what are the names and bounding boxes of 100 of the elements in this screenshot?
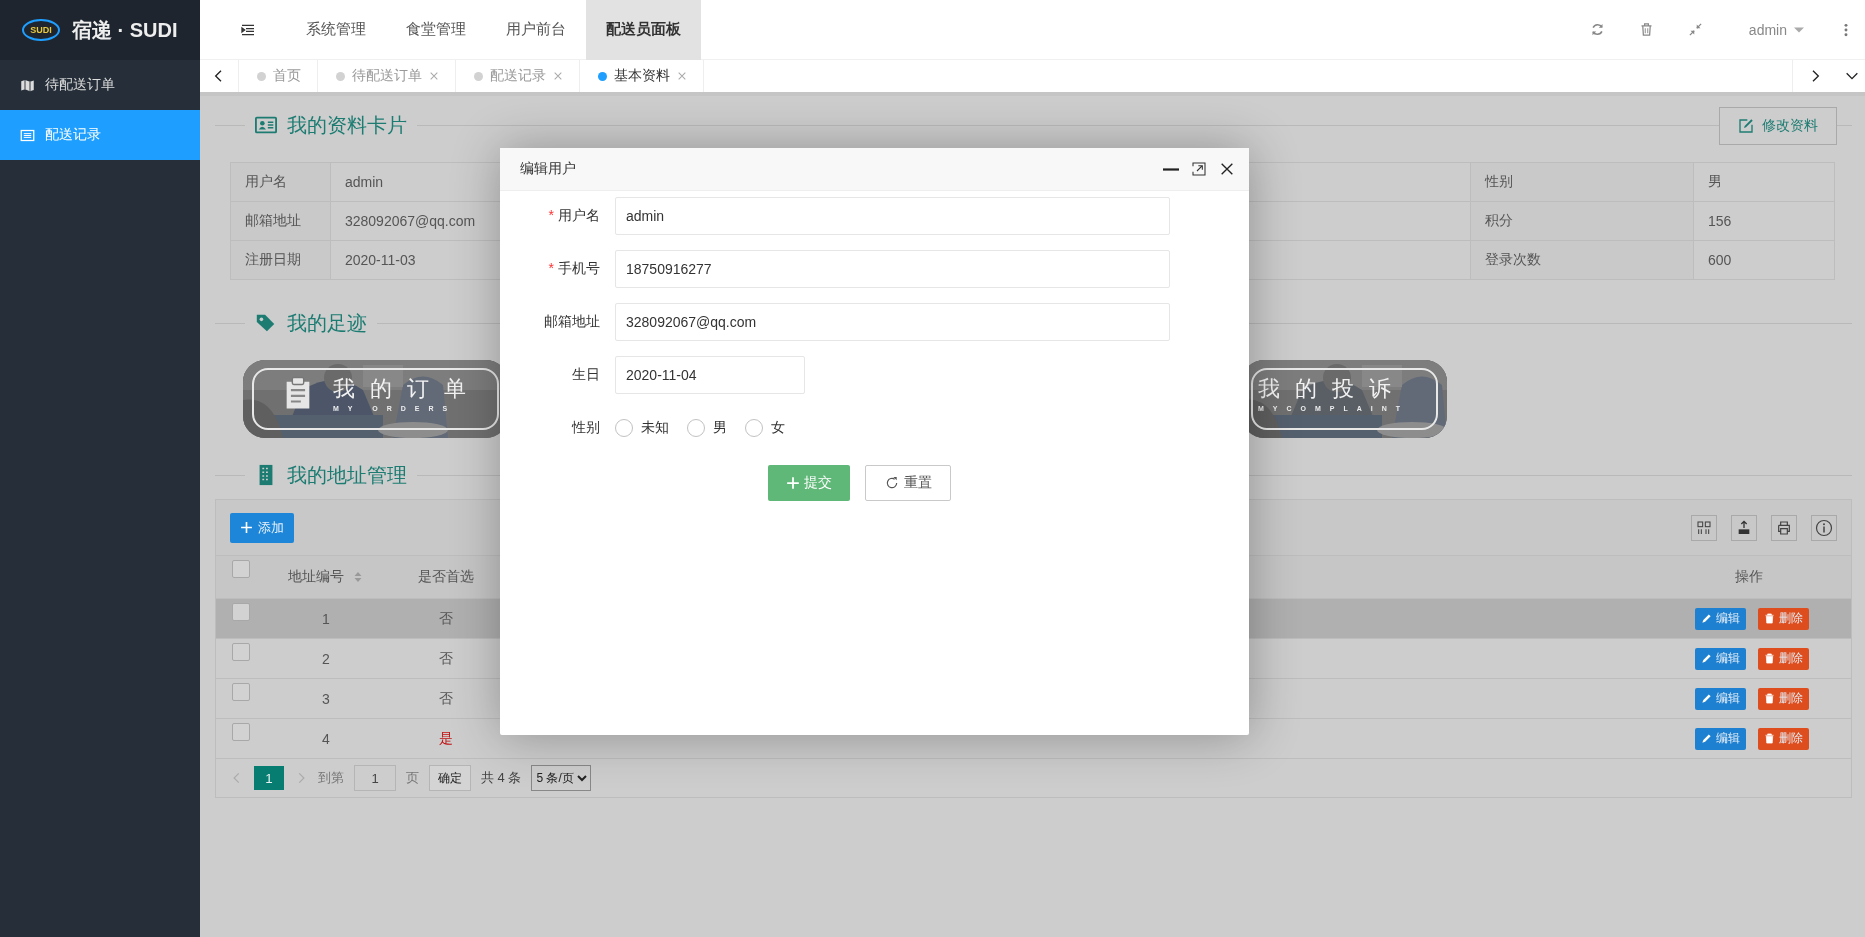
close-icon (429, 71, 439, 81)
total-count: 共 4 条 (481, 769, 522, 787)
edit-button[interactable]: 编辑 (1695, 687, 1746, 710)
print-icon (1776, 519, 1792, 536)
table-cell: 600 (1693, 240, 1835, 280)
close-icon (553, 71, 563, 81)
table-cell: 4 (322, 730, 330, 747)
nav-tab[interactable]: 食堂管理 (386, 0, 486, 60)
table-cell: 1 (322, 610, 330, 627)
page-tab[interactable]: 基本资料 (580, 60, 704, 92)
edit-profile-button[interactable]: 修改资料 (1719, 107, 1837, 145)
id-card-icon (255, 114, 277, 136)
edit-button[interactable]: 编辑 (1695, 607, 1746, 630)
checkbox[interactable] (232, 643, 250, 661)
sidebar-item[interactable]: 待配送订单 (0, 60, 200, 110)
export-button[interactable] (1731, 514, 1757, 541)
required-mark: * (548, 207, 554, 225)
column-header[interactable]: 操作 (1735, 568, 1763, 586)
close-button[interactable] (1219, 161, 1235, 177)
submit-button[interactable]: 提交 (768, 465, 850, 501)
user-menu[interactable]: admin (1748, 21, 1805, 38)
trash-icon (1764, 693, 1775, 704)
table-cell: 156 (1693, 201, 1835, 241)
sidebar-item[interactable]: 配送记录 (0, 110, 200, 160)
checkbox[interactable] (232, 603, 250, 621)
checkbox[interactable] (232, 723, 250, 741)
info-icon (1815, 518, 1833, 537)
table-cell: 邮箱地址 (230, 201, 331, 241)
table-cell: 否 (439, 649, 453, 668)
table-cell: 否 (439, 689, 453, 708)
table-cell: 3 (322, 690, 330, 707)
nav-tab[interactable]: 用户前台 (486, 0, 586, 60)
reset-button[interactable]: 重置 (865, 465, 951, 501)
plus-icon (786, 476, 800, 490)
delete-button[interactable]: 删除 (1758, 727, 1809, 750)
add-button[interactable]: 添加 (230, 512, 294, 543)
nav-tab[interactable]: 系统管理 (286, 0, 386, 60)
pencil-icon (1701, 733, 1712, 744)
nav-tab[interactable]: 配送员面板 (586, 0, 701, 60)
field-label: 生日 (572, 366, 600, 384)
table-cell: 注册日期 (230, 240, 331, 280)
dot-icon (336, 71, 345, 81)
pencil-icon (1701, 653, 1712, 664)
page-size-select[interactable]: 5 条/页 (531, 765, 592, 791)
columns-button[interactable] (1691, 514, 1717, 541)
column-header[interactable]: 地址编号 (288, 568, 364, 586)
page-button[interactable]: 1 (254, 766, 284, 790)
field-label: 性别 (572, 419, 600, 437)
dot-icon (474, 71, 483, 81)
page-tab[interactable]: 配送记录 (456, 60, 580, 92)
map-icon (20, 77, 35, 93)
table-cell: 否 (439, 609, 453, 628)
page-tab[interactable]: 首页 (239, 60, 318, 92)
info-button[interactable] (1811, 514, 1837, 541)
dot-icon (257, 71, 266, 81)
card-title: 我的投诉 (1258, 375, 1406, 403)
section-title: 我的足迹 (287, 310, 367, 336)
close-icon (1219, 161, 1235, 177)
table-cell: 2 (322, 650, 330, 667)
input-field[interactable]: admin (615, 197, 1170, 235)
refresh-icon (884, 475, 900, 491)
logo-badge: SUDI (22, 19, 60, 41)
maximize-button[interactable] (1191, 161, 1207, 177)
card-title: 我的订单 (333, 375, 481, 403)
page-input[interactable]: 1 (354, 765, 396, 791)
delete-button[interactable]: 删除 (1758, 687, 1809, 710)
radio-option[interactable]: 男 (687, 419, 727, 437)
delete-button[interactable]: 删除 (1758, 607, 1809, 630)
table-cell: 性别 (1470, 162, 1694, 202)
close-icon (677, 71, 687, 81)
checkbox[interactable] (232, 560, 250, 578)
input-field[interactable]: 18750916277 (615, 250, 1170, 288)
minimize-icon (1163, 167, 1179, 171)
pencil-icon (1701, 693, 1712, 704)
section-title: 我的地址管理 (287, 462, 407, 488)
export-icon (1736, 519, 1752, 536)
section-title: 我的资料卡片 (287, 112, 407, 138)
table-cell: 登录次数 (1470, 240, 1694, 280)
app-title: 宿递 · SUDI (72, 17, 178, 43)
radio-option[interactable]: 未知 (615, 419, 669, 437)
compress-icon (1687, 22, 1703, 37)
dot-icon (598, 71, 607, 81)
checkbox[interactable] (232, 683, 250, 701)
table-cell: 男 (1693, 162, 1835, 202)
page-tab[interactable]: 待配送订单 (318, 60, 456, 92)
trash-icon (1764, 613, 1775, 624)
tags-icon (255, 312, 277, 334)
edit-button[interactable]: 编辑 (1695, 647, 1746, 670)
dialog-title: 编辑用户 (520, 160, 576, 178)
date-field[interactable]: 2020-11-04 (615, 356, 805, 394)
radio-option[interactable]: 女 (745, 419, 785, 437)
column-header[interactable]: 是否首选 (418, 568, 474, 586)
grid-icon (1696, 519, 1712, 536)
print-button[interactable] (1771, 514, 1797, 541)
input-field[interactable]: 328092067@qq.com (615, 303, 1170, 341)
field-label: 用户名 (558, 207, 600, 225)
edit-button[interactable]: 编辑 (1695, 727, 1746, 750)
delete-button[interactable]: 删除 (1758, 647, 1809, 670)
minimize-button[interactable] (1163, 167, 1179, 171)
confirm-button[interactable]: 确定 (429, 765, 471, 791)
